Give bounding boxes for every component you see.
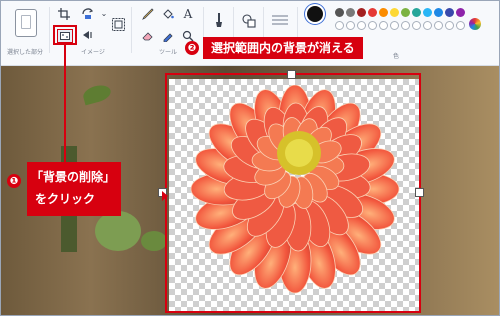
color-swatch[interactable]: [456, 8, 465, 17]
colors-group-label: 色: [393, 53, 400, 60]
color-swatch[interactable]: [379, 8, 388, 17]
color-swatch[interactable]: [445, 8, 454, 17]
resize-icon[interactable]: [81, 29, 95, 41]
image-select-icon[interactable]: [111, 17, 125, 31]
text-icon[interactable]: A: [181, 7, 195, 21]
step-one-line2: をクリック: [35, 192, 96, 206]
color-swatch[interactable]: [412, 8, 421, 17]
custom-color-slot[interactable]: [379, 21, 388, 30]
pencil-icon[interactable]: [141, 7, 155, 21]
shapes-icon[interactable]: [241, 13, 257, 29]
step-one-callout: 「背景の削除」 をクリック: [27, 162, 121, 216]
step-two-badge: ❷: [185, 41, 199, 55]
tools-group-label: ツール: [159, 49, 178, 56]
brush-icon[interactable]: [211, 11, 227, 29]
background-leaf: [141, 231, 167, 251]
step-two-callout: 選択範囲内の背景が消える: [203, 37, 363, 59]
color-swatch[interactable]: [368, 8, 377, 17]
color-swatch[interactable]: [357, 8, 366, 17]
color-swatch[interactable]: [335, 8, 344, 17]
custom-color-slot[interactable]: [368, 21, 377, 30]
selection-handle[interactable]: [287, 70, 296, 79]
custom-color-slot[interactable]: [390, 21, 399, 30]
custom-color-slot[interactable]: [456, 21, 465, 30]
image-group-label: イメージ: [81, 49, 105, 56]
custom-color-slot[interactable]: [445, 21, 454, 30]
line-width-icon[interactable]: [271, 13, 289, 27]
remove-background-highlight: [53, 25, 77, 45]
custom-color-slot[interactable]: [401, 21, 410, 30]
ribbon-separator: [49, 7, 50, 53]
selection-card-icon[interactable]: [15, 9, 37, 37]
background-leaf: [95, 211, 141, 251]
arrow-icon: [162, 191, 168, 201]
custom-color-slot[interactable]: [412, 21, 421, 30]
paint-window: 選択した部分 ⌄ イメージ A ツール 色 ❶ 「背景の削除」 をクリック ❷ …: [0, 0, 500, 316]
color-swatch[interactable]: [346, 8, 355, 17]
fill-icon[interactable]: [161, 7, 175, 21]
selection-group-label: 選択した部分: [7, 49, 44, 56]
step-one-line1: 「背景の削除」: [31, 170, 116, 184]
edit-colors-icon[interactable]: [469, 18, 481, 30]
selection-highlight-box: [165, 73, 421, 313]
selected-color-swatch[interactable]: [307, 6, 323, 22]
crop-icon[interactable]: [57, 7, 71, 21]
selection-handle[interactable]: [415, 188, 424, 197]
eraser-icon[interactable]: [141, 29, 155, 43]
color-picker-icon[interactable]: [161, 29, 175, 43]
color-swatch[interactable]: [423, 8, 432, 17]
rotate-icon[interactable]: [81, 7, 95, 21]
color-swatch[interactable]: [401, 8, 410, 17]
custom-color-slot[interactable]: [423, 21, 432, 30]
color-swatch[interactable]: [434, 8, 443, 17]
callout-connector: [64, 45, 66, 163]
custom-color-slot[interactable]: [357, 21, 366, 30]
step-one-badge: ❶: [7, 174, 21, 188]
ribbon-separator: [131, 7, 132, 53]
color-swatch[interactable]: [390, 8, 399, 17]
custom-color-slot[interactable]: [335, 21, 344, 30]
chevron-down-icon[interactable]: ⌄: [97, 7, 111, 21]
custom-color-slot[interactable]: [434, 21, 443, 30]
custom-color-slot[interactable]: [346, 21, 355, 30]
